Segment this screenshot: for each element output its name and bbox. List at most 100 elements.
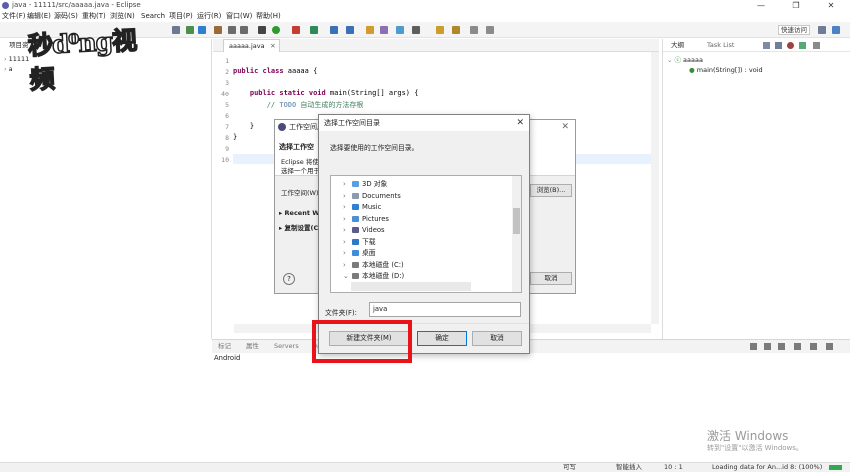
- toolbar-icon[interactable]: [810, 343, 817, 350]
- minimize-button[interactable]: —: [750, 0, 772, 11]
- tree-item-project[interactable]: › 11111: [4, 55, 29, 64]
- sort-icon[interactable]: [775, 42, 782, 49]
- toolbar-icon[interactable]: [228, 26, 236, 34]
- quick-access-field[interactable]: 快速访问: [778, 25, 810, 35]
- chevron-right-icon[interactable]: ›: [343, 202, 352, 212]
- folder-name-input[interactable]: java: [369, 302, 521, 317]
- tab-outline[interactable]: 大纲: [671, 39, 684, 52]
- menu-window[interactable]: 窗口(W): [226, 11, 252, 22]
- pin-icon[interactable]: [436, 26, 444, 34]
- outline-method[interactable]: ● main(String[]) : void: [689, 66, 763, 75]
- close-icon[interactable]: ✕: [516, 115, 524, 131]
- tab-servers[interactable]: Servers: [274, 340, 299, 352]
- outline-class[interactable]: ⌄ ⓒ aaaaa: [667, 56, 703, 65]
- back-icon[interactable]: [470, 26, 478, 34]
- folder-tree[interactable]: › 3D 对象 › Documents › Music › Pictures › Vide…: [330, 175, 522, 293]
- collapse-all-icon[interactable]: [763, 42, 770, 49]
- menu-project[interactable]: 项目(P): [169, 11, 193, 22]
- folder-tree-item[interactable]: › Documents: [343, 191, 401, 201]
- downloads-icon: [352, 238, 359, 245]
- tab-aaaaa-java[interactable]: aaaaa.java ✕: [223, 39, 280, 52]
- perspective-icon[interactable]: [818, 26, 826, 34]
- highlight-annotation: [312, 320, 412, 363]
- chevron-right-icon[interactable]: ›: [4, 65, 7, 73]
- toolbar-icon[interactable]: [794, 343, 801, 350]
- coverage-icon[interactable]: [292, 26, 300, 34]
- tab-markers[interactable]: 标记: [218, 340, 231, 352]
- chevron-right-icon[interactable]: ›: [343, 191, 352, 201]
- ok-button[interactable]: 确定: [417, 331, 467, 346]
- forward-icon[interactable]: [486, 26, 494, 34]
- hide-fields-icon[interactable]: [787, 42, 794, 49]
- console-icon[interactable]: [750, 343, 757, 350]
- run-icon[interactable]: [272, 26, 280, 34]
- chevron-down-icon[interactable]: ⌄: [667, 56, 672, 64]
- folder-icon[interactable]: [366, 26, 374, 34]
- folder-tree-item[interactable]: ⌄ 本地磁盘 (D:): [343, 271, 404, 281]
- chevron-right-icon[interactable]: ›: [343, 260, 352, 270]
- debug-icon[interactable]: [258, 26, 266, 34]
- help-button[interactable]: ?: [283, 273, 295, 285]
- menu-search[interactable]: Search: [141, 11, 165, 22]
- tab-task-list[interactable]: Task List: [707, 39, 734, 52]
- toolbar-icon[interactable]: [346, 26, 354, 34]
- view-menu-icon[interactable]: [813, 42, 820, 49]
- toolbar-icon[interactable]: [764, 343, 771, 350]
- folder-tree-item[interactable]: › 下载: [343, 237, 376, 247]
- line-number: 9: [225, 145, 229, 153]
- menu-edit[interactable]: 编辑(E): [27, 11, 51, 22]
- java-perspective-icon[interactable]: [832, 26, 840, 34]
- scrollbar-thumb[interactable]: [513, 208, 520, 234]
- folder-tree-item[interactable]: › 桌面: [343, 248, 376, 258]
- chevron-right-icon[interactable]: ›: [343, 237, 352, 247]
- folder-tree-scrollbar[interactable]: [512, 176, 521, 292]
- toolbar-icon[interactable]: [778, 343, 785, 350]
- minimize-panel-icon[interactable]: [826, 343, 833, 350]
- tab-properties[interactable]: 属性: [246, 340, 259, 352]
- chevron-right-icon[interactable]: ›: [343, 179, 352, 189]
- menu-help[interactable]: 帮助(H): [256, 11, 281, 22]
- chevron-right-icon[interactable]: ›: [343, 248, 352, 258]
- toolbar-icon[interactable]: [452, 26, 460, 34]
- toolbar-icon[interactable]: [186, 26, 194, 34]
- recent-workspaces-toggle[interactable]: ▸ Recent Wo: [279, 209, 324, 217]
- cancel-button[interactable]: 取消: [530, 272, 572, 285]
- folder-tree-item[interactable]: › 3D 对象: [343, 179, 387, 189]
- toolbar-icon[interactable]: [198, 26, 206, 34]
- toolbar-icon[interactable]: [172, 26, 180, 34]
- folder-tree-item[interactable]: › Videos: [343, 225, 385, 235]
- close-icon[interactable]: ✕: [561, 120, 569, 134]
- menu-file[interactable]: 文件(F): [2, 11, 26, 22]
- toolbar-icon[interactable]: [240, 26, 248, 34]
- toolbar-icon[interactable]: [380, 26, 388, 34]
- close-window-button[interactable]: ✕: [820, 0, 842, 11]
- hide-static-icon[interactable]: [799, 42, 806, 49]
- editor-scrollbar-vertical[interactable]: [651, 52, 659, 324]
- menu-run[interactable]: 运行(R): [197, 11, 221, 22]
- copy-settings-toggle[interactable]: ▸ 复制设置(C: [279, 222, 318, 232]
- folder-tree-item[interactable]: › Pictures: [343, 214, 389, 224]
- new-icon[interactable]: [310, 26, 318, 34]
- chevron-right-icon[interactable]: ›: [343, 214, 352, 224]
- menu-navigate[interactable]: 浏览(N): [110, 11, 135, 22]
- folder-tree-item[interactable]: › 本地磁盘 (C:): [343, 260, 404, 270]
- menu-source[interactable]: 源码(S): [54, 11, 78, 22]
- drive-icon: [352, 261, 359, 268]
- toolbar-icon[interactable]: [412, 26, 420, 34]
- toolbar-icon[interactable]: [396, 26, 404, 34]
- chevron-down-icon[interactable]: ⌄: [343, 271, 352, 281]
- chevron-right-icon[interactable]: ›: [4, 55, 7, 63]
- close-icon[interactable]: ✕: [270, 40, 275, 52]
- tree-item-project[interactable]: › a: [4, 65, 13, 74]
- toolbar-icon[interactable]: [214, 26, 222, 34]
- menu-refactor[interactable]: 重构(T): [82, 11, 106, 22]
- folder-label: Pictures: [362, 214, 389, 223]
- browse-button[interactable]: 浏览(B)...: [530, 184, 572, 197]
- chevron-right-icon[interactable]: ›: [343, 225, 352, 235]
- tab-project-explorer[interactable]: 项目资: [0, 39, 29, 52]
- cancel-button[interactable]: 取消: [472, 331, 522, 346]
- outline-class-label: aaaaa: [683, 56, 703, 64]
- toolbar-icon[interactable]: [330, 26, 338, 34]
- folder-tree-item[interactable]: › Music: [343, 202, 381, 212]
- restore-button[interactable]: ❐: [785, 0, 807, 11]
